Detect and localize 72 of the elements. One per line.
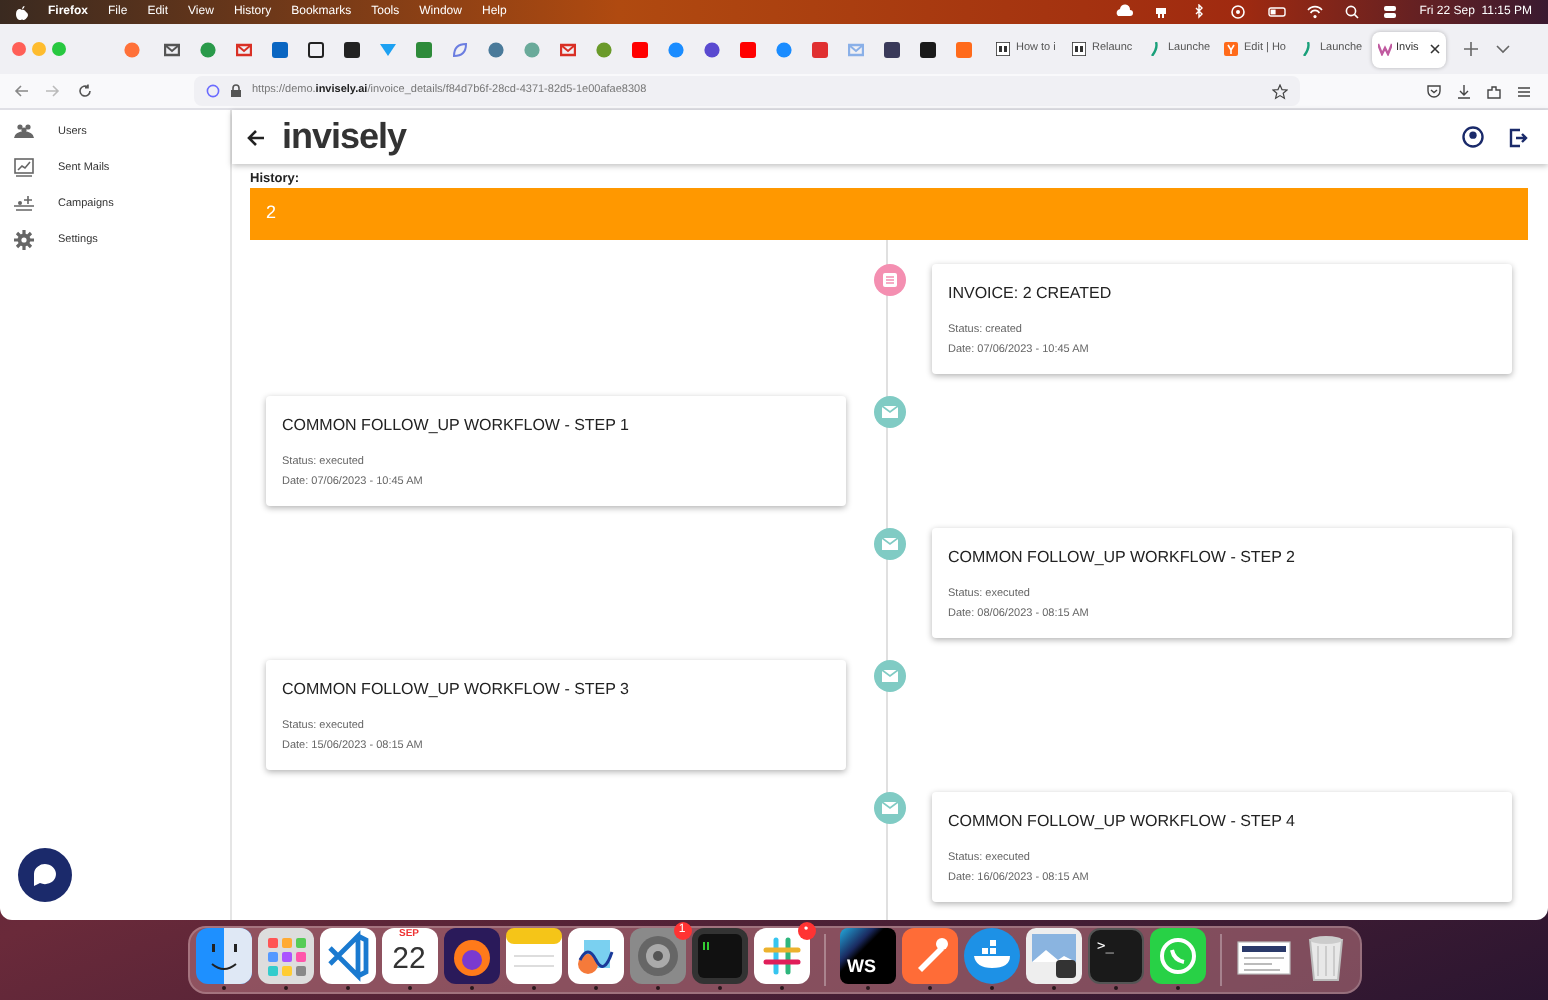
star-icon[interactable] <box>1272 83 1288 99</box>
event-title: INVOICE: 2 CREATED <box>948 282 1114 306</box>
history-count: 2 <box>266 200 277 227</box>
profile-icon[interactable] <box>1462 126 1484 148</box>
circle-icon[interactable] <box>488 41 504 57</box>
leaf-icon <box>1148 42 1162 56</box>
plus-icon[interactable] <box>1464 42 1478 56</box>
shield-icon <box>206 84 220 98</box>
control-center-icon[interactable] <box>1381 4 1400 20</box>
event-title: COMMON FOLLOW_UP WORKFLOW - STEP 2 <box>948 546 1297 570</box>
letter-tile-icon <box>1224 42 1238 56</box>
list-icon <box>873 264 905 296</box>
logo: invisely <box>282 114 407 160</box>
back-icon[interactable] <box>14 84 28 98</box>
wifi-icon[interactable] <box>1305 4 1324 20</box>
console-icon[interactable] <box>691 928 747 984</box>
envelope-icon <box>873 660 905 692</box>
envelope-icon[interactable] <box>164 41 180 57</box>
lock-icon <box>230 84 242 98</box>
back-arrow-icon[interactable] <box>246 127 266 147</box>
apple-icon[interactable] <box>16 5 28 19</box>
menu-icon[interactable] <box>1516 83 1532 99</box>
leaf-icon <box>1300 42 1314 56</box>
smiley-face-icon[interactable] <box>195 928 251 984</box>
chat-button[interactable] <box>18 848 72 902</box>
envelope-icon <box>873 396 905 428</box>
whale-icon[interactable] <box>963 928 1019 984</box>
close-icon[interactable] <box>1430 44 1440 54</box>
chevron-down-icon[interactable] <box>1496 44 1510 54</box>
battery-icon[interactable] <box>1267 4 1286 20</box>
reload-icon[interactable] <box>78 84 92 98</box>
circle-icon[interactable] <box>668 41 684 57</box>
event-title: COMMON FOLLOW_UP WORKFLOW - STEP 4 <box>948 810 1297 834</box>
users-icon <box>14 122 34 142</box>
pocket-icon[interactable] <box>1426 83 1442 99</box>
circle-icon[interactable] <box>596 41 612 57</box>
circle-icon[interactable] <box>704 41 720 57</box>
grid-icon[interactable] <box>257 928 313 984</box>
target-icon[interactable] <box>1229 4 1248 20</box>
letters-tile-icon[interactable]: WS <box>839 928 895 984</box>
scribble-icon[interactable] <box>567 928 623 984</box>
chart-icon <box>14 158 34 178</box>
page-icon <box>996 42 1010 56</box>
event-title: COMMON FOLLOW_UP WORKFLOW - STEP 1 <box>282 414 631 438</box>
cloud-icon[interactable] <box>1115 4 1134 20</box>
download-icon[interactable] <box>1456 83 1472 99</box>
photo-viewer-icon[interactable] <box>1025 928 1081 984</box>
pen-icon[interactable] <box>901 928 957 984</box>
envelope-icon <box>873 528 905 560</box>
square-icon[interactable] <box>884 41 900 57</box>
settings-icon <box>14 230 34 250</box>
circle-icon[interactable] <box>776 41 792 57</box>
logout-icon[interactable] <box>1508 127 1528 147</box>
globe-icon[interactable] <box>443 928 499 984</box>
zigzag-icon <box>1378 42 1392 56</box>
envelope-icon[interactable] <box>560 41 576 57</box>
envelope-icon[interactable] <box>236 41 252 57</box>
square-icon[interactable] <box>920 41 936 57</box>
circle-icon[interactable] <box>200 41 216 57</box>
search-icon[interactable] <box>1343 4 1362 20</box>
leaf-icon[interactable] <box>452 41 468 57</box>
notepad-icon[interactable] <box>505 928 561 984</box>
puzzle-icon[interactable] <box>1486 83 1502 99</box>
page-icon <box>1072 42 1086 56</box>
hash-icon[interactable] <box>753 928 809 984</box>
event-title: COMMON FOLLOW_UP WORKFLOW - STEP 3 <box>282 678 631 702</box>
envelope-icon <box>873 792 905 824</box>
campaign-icon <box>14 194 34 214</box>
square-icon[interactable] <box>344 41 360 57</box>
square-icon[interactable] <box>308 41 324 57</box>
ribbon-icon[interactable] <box>319 928 375 984</box>
phone-bubble-icon[interactable] <box>1149 928 1205 984</box>
